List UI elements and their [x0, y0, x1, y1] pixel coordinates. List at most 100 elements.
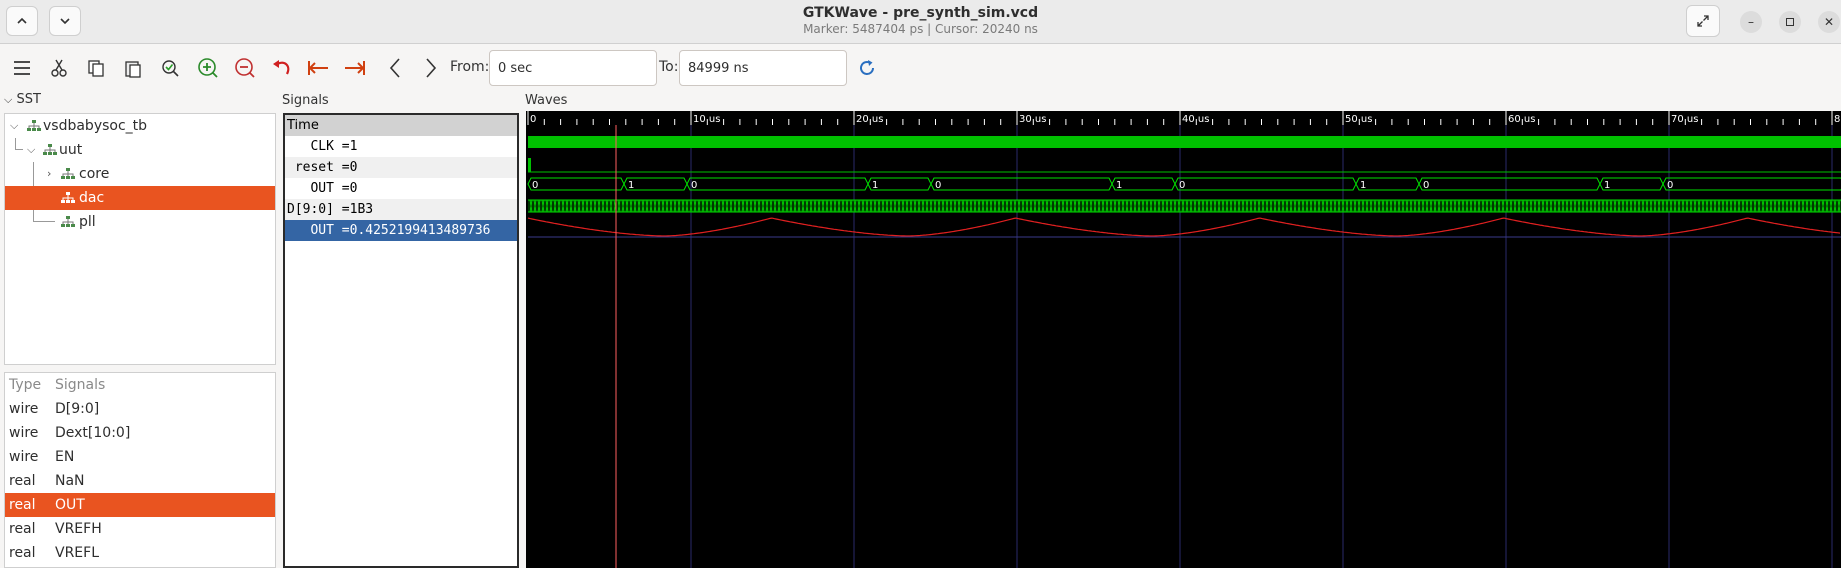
signal-list-item[interactable]: real VREFL — [5, 541, 275, 565]
out-bus-value: 1 — [628, 180, 634, 191]
signal-name: EN — [55, 449, 75, 465]
tree-item-core[interactable]: › core — [5, 162, 275, 186]
signal-name: OUT — [55, 497, 85, 513]
signal-list-item[interactable]: wire Dext[10:0] — [5, 421, 275, 445]
signal-type: wire — [9, 425, 39, 441]
module-icon — [27, 120, 41, 131]
cut-button[interactable] — [47, 56, 71, 80]
out-bus-value: 0 — [1667, 180, 1673, 191]
time-label: 20 us — [856, 114, 883, 125]
chevron-down-icon[interactable]: ⌵ — [27, 138, 35, 162]
out-bus-value: 1 — [1604, 180, 1610, 191]
paste-button[interactable] — [121, 56, 145, 80]
next-button[interactable] — [419, 56, 443, 80]
module-icon — [61, 168, 75, 179]
module-icon — [43, 144, 57, 155]
title-bar: GTKWave - pre_synth_sim.vcd Marker: 5487… — [0, 0, 1841, 44]
cut-icon — [51, 59, 67, 77]
tree-label: pll — [79, 214, 96, 230]
tree-label: uut — [59, 142, 83, 158]
tree-label: vsdbabysoc_tb — [43, 118, 148, 134]
window-title: GTKWave - pre_synth_sim.vcd — [802, 5, 1039, 21]
copy-button[interactable] — [84, 56, 108, 80]
go-to-end-button[interactable] — [343, 56, 367, 80]
signal-row-out[interactable]: OUT =0 — [285, 178, 517, 199]
go-to-end-icon — [345, 61, 365, 75]
zoom-out-icon — [235, 58, 255, 78]
to-label: To: — [659, 59, 679, 75]
clk-waveform — [528, 136, 1841, 148]
tree-item-pll[interactable]: pll — [5, 210, 275, 234]
signal-name: D[9:0] — [55, 401, 100, 417]
analog-out-waveform — [527, 217, 1841, 237]
menu-button[interactable] — [10, 56, 34, 80]
signal-type: real — [9, 521, 36, 537]
zoom-in-button[interactable] — [196, 56, 220, 80]
signal-list-item-selected[interactable]: real OUT — [5, 493, 275, 517]
out-bus-value: 0 — [691, 180, 697, 191]
signal-name: Dext[10:0] — [55, 425, 131, 441]
undo-zoom-button[interactable] — [270, 56, 294, 80]
go-to-start-button[interactable] — [306, 56, 330, 80]
tree-connector — [15, 138, 23, 150]
signal-list-item[interactable]: real NaN — [5, 469, 275, 493]
signal-list-item[interactable]: wire D[9:0] — [5, 397, 275, 421]
out-bus-value: 0 — [532, 180, 538, 191]
signal-type: wire — [9, 401, 39, 417]
previous-button[interactable] — [383, 56, 407, 80]
time-label: 40 us — [1182, 114, 1209, 125]
module-icon — [61, 192, 75, 203]
signal-name: VREFH — [55, 521, 102, 537]
out-bus-segment — [1174, 177, 1357, 191]
signal-row-dac-out[interactable]: OUT =0.4252199413489736 — [285, 220, 517, 241]
close-button[interactable]: ✕ — [1818, 11, 1840, 33]
waveform-canvas[interactable]: 0 10 us 20 us 30 us 40 us 50 us 60 us 70 us 80 u… — [526, 111, 1841, 568]
fullscreen-button[interactable] — [1686, 5, 1720, 37]
out-bus-value: 0 — [1179, 180, 1185, 191]
tree-label: dac — [79, 190, 105, 206]
signal-type: real — [9, 497, 36, 513]
out-bus-value: 0 — [1423, 180, 1429, 191]
zoom-out-button[interactable] — [233, 56, 257, 80]
signal-list-item[interactable]: wire EN — [5, 445, 275, 469]
tree-item-dac[interactable]: dac — [5, 186, 275, 210]
reload-button[interactable] — [855, 56, 879, 80]
zoom-fit-button[interactable] — [158, 56, 182, 80]
signal-list-header: Type Signals — [5, 373, 275, 397]
close-icon: ✕ — [1823, 15, 1835, 29]
signal-row-d[interactable]: D[9:0] =1B3 — [285, 199, 517, 220]
signals-column-header[interactable]: Signals — [55, 373, 105, 397]
out-bus-segment — [686, 177, 869, 191]
time-label: 60 us — [1508, 114, 1535, 125]
reset-pulse — [528, 158, 531, 172]
signal-row-clk[interactable]: CLK =1 — [285, 136, 517, 157]
sst-title: ⌵ SST — [4, 92, 41, 107]
window-subtitle: Marker: 5487404 ps | Cursor: 20240 ns — [803, 22, 1038, 36]
undo-icon — [273, 60, 290, 75]
chevron-right-icon[interactable]: › — [47, 162, 51, 186]
minimize-button[interactable]: – — [1740, 11, 1762, 33]
tree-item-vsdbabysoc-tb[interactable]: ⌵ vsdbabysoc_tb — [5, 114, 275, 138]
maximize-button[interactable] — [1779, 11, 1801, 33]
chevron-down-icon[interactable]: ⌵ — [10, 114, 18, 138]
sst-hierarchy-tree: ⌵ vsdbabysoc_tb ⌵ uut › core dac pll — [4, 113, 276, 365]
signal-row-reset[interactable]: reset =0 — [285, 157, 517, 178]
out-bus-value: 1 — [1116, 180, 1122, 191]
signal-name: NaN — [55, 473, 85, 489]
signal-list-item[interactable]: real VREFH — [5, 517, 275, 541]
signal-type: real — [9, 545, 36, 561]
tree-connector — [33, 210, 55, 222]
out-bus-value: 1 — [872, 180, 878, 191]
signal-type: real — [9, 473, 36, 489]
paste-icon — [125, 61, 141, 78]
tree-item-uut[interactable]: ⌵ uut — [5, 138, 275, 162]
waves-title: Waves — [525, 93, 568, 108]
out-bus-segment — [1662, 177, 1841, 191]
to-input[interactable] — [679, 50, 847, 86]
waves-pane[interactable]: 0 10 us 20 us 30 us 40 us 50 us 60 us 70 us 80 u… — [526, 111, 1841, 568]
time-label: 10 us — [693, 114, 720, 125]
type-column-header[interactable]: Type — [9, 373, 41, 397]
copy-icon — [88, 60, 104, 77]
signal-list: Type Signals wire D[9:0] wire Dext[10:0]… — [4, 372, 276, 568]
from-input[interactable] — [489, 50, 657, 86]
